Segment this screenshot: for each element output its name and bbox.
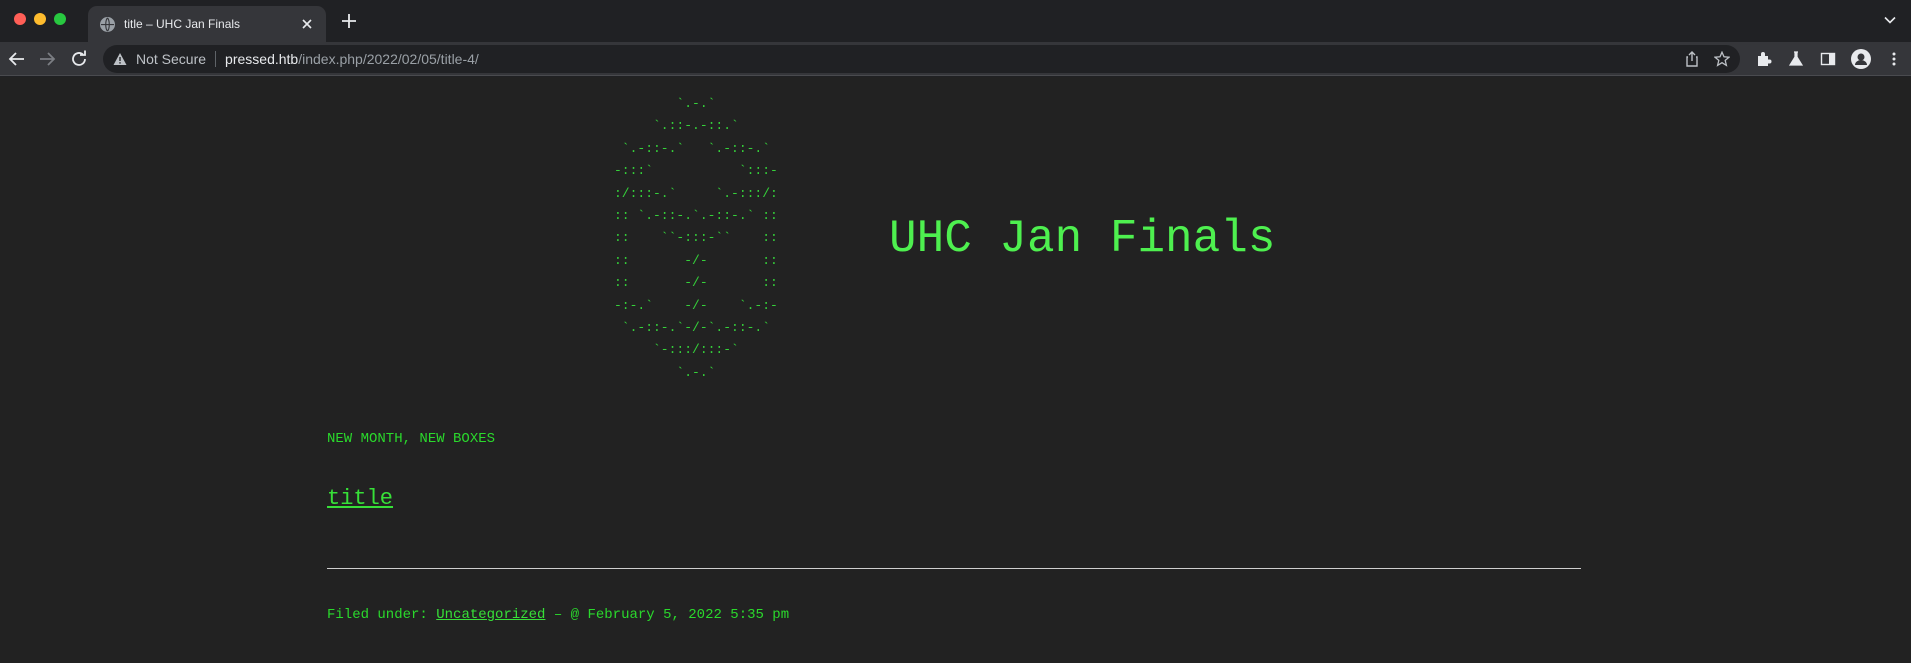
labs-icon[interactable] (1787, 50, 1805, 68)
window-maximize-button[interactable] (54, 13, 66, 25)
share-icon[interactable] (1684, 51, 1700, 72)
plus-icon[interactable] (338, 10, 360, 32)
profile-icon[interactable] (1851, 49, 1871, 69)
site-title[interactable]: UHC Jan Finals (889, 213, 1275, 265)
browser-tab-active[interactable]: title – UHC Jan Finals (88, 6, 326, 42)
chevron-down-icon[interactable] (1883, 13, 1899, 29)
url-host: pressed.htb (225, 51, 299, 67)
warning-triangle-icon[interactable] (113, 52, 127, 66)
tab-title: title – UHC Jan Finals (124, 17, 241, 31)
browser-tab-strip: title – UHC Jan Finals (0, 0, 1911, 42)
ascii-art-logo: `.-.` `.::-.-::.` `.-::-.` `.-::-.` -:::… (614, 96, 778, 380)
more-icon[interactable] (1885, 50, 1903, 68)
site-tagline: NEW MONTH, NEW BOXES (327, 431, 496, 447)
window-controls (14, 13, 66, 25)
window-close-button[interactable] (14, 13, 26, 25)
category-link[interactable]: Uncategorized (436, 607, 545, 623)
browser-toolbar: Not Secure pressed.htb/index.php/2022/02… (0, 42, 1911, 76)
post-title-link[interactable]: title (327, 486, 393, 511)
filed-under-label: Filed under: (327, 607, 428, 623)
url-text[interactable]: pressed.htb/index.php/2022/02/05/title-4… (225, 51, 479, 67)
star-icon[interactable] (1713, 50, 1731, 72)
address-bar[interactable]: Not Secure pressed.htb/index.php/2022/02… (103, 45, 1740, 73)
side-panel-icon[interactable] (1819, 50, 1837, 68)
post-meta: Filed under: Uncategorized – @ February … (327, 607, 789, 623)
back-arrow-icon[interactable] (8, 50, 26, 68)
window-minimize-button[interactable] (34, 13, 46, 25)
globe-icon (100, 16, 115, 32)
page-content: `.-.` `.::-.-::.` `.-::-.` `.-::-.` -:::… (0, 77, 1911, 663)
forward-arrow-icon[interactable] (38, 50, 56, 68)
security-status-label[interactable]: Not Secure (136, 51, 206, 67)
address-separator (215, 51, 217, 67)
reload-icon[interactable] (70, 50, 88, 68)
extensions-icon[interactable] (1755, 50, 1773, 68)
post-date: – @ February 5, 2022 5:35 pm (553, 607, 790, 623)
url-path: /index.php/2022/02/05/title-4/ (298, 51, 479, 67)
close-icon[interactable] (298, 15, 316, 33)
divider (327, 568, 1581, 569)
